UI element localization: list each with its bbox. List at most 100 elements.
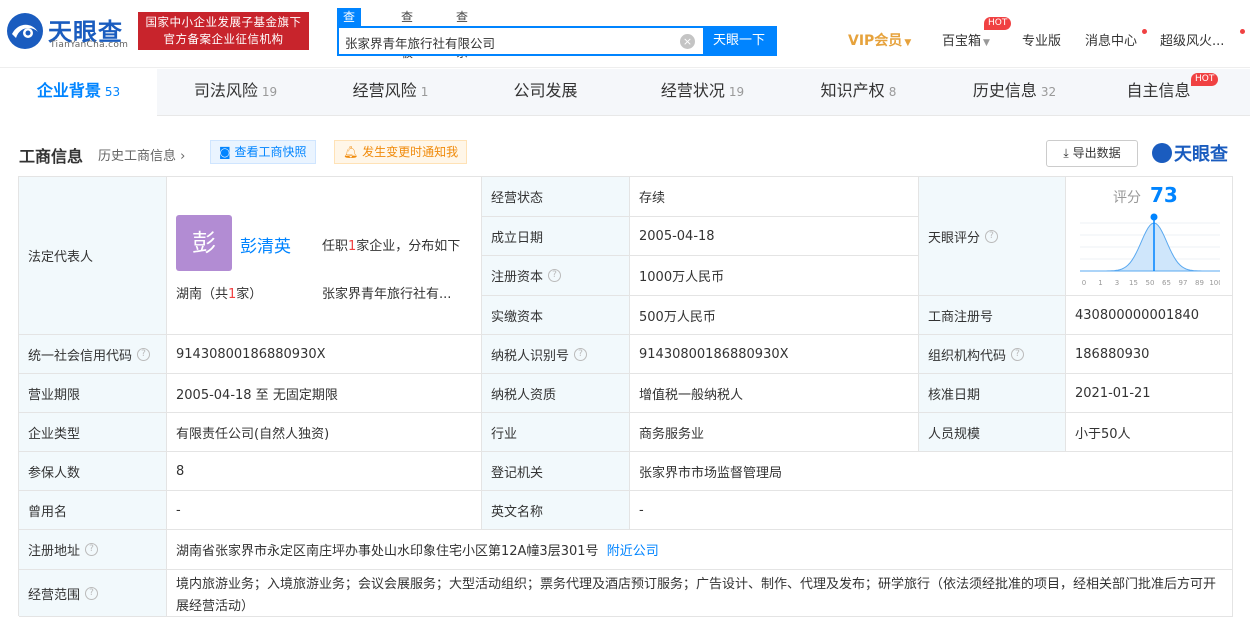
tab-label: 司法风险 <box>193 81 258 100</box>
reg-no-value: 430800000001840 <box>1066 296 1233 335</box>
tab-count: 1 <box>420 85 429 99</box>
reg-capital-value: 1000万人民币 <box>630 256 919 296</box>
tab-count: 8 <box>888 85 897 99</box>
bell-icon: 🔔︎ <box>343 145 359 159</box>
help-icon[interactable]: ? <box>85 586 99 600</box>
official-badge[interactable]: 国家中小企业发展子基金旗下 官方备案企业征信机构 <box>138 12 309 50</box>
export-button[interactable]: ⤓ 导出数据 <box>1046 140 1138 167</box>
vip-menu[interactable]: VIP会员 ▼ <box>848 30 911 50</box>
status-label: 经营状态 <box>482 177 630 217</box>
tab-count: 19 <box>728 85 745 99</box>
site-logo[interactable]: 天眼查 TianYanCha.com <box>6 10 131 52</box>
scope-label: 经营范围? <box>19 570 167 617</box>
tab-label: 企业背景 <box>36 81 101 100</box>
nearby-companies-link[interactable]: 附近公司 <box>607 540 659 559</box>
tab-business-risk[interactable]: 经营风险 1 <box>312 69 469 116</box>
section-title: 工商信息 <box>19 147 84 166</box>
chevron-right-icon: › <box>180 149 186 164</box>
term-label: 营业期限 <box>19 374 167 413</box>
tab-ip[interactable]: 知识产权 8 <box>780 69 937 116</box>
score-axis-tick: 65 <box>1162 279 1171 287</box>
founded-value: 2005-04-18 <box>630 217 919 256</box>
search-button[interactable]: 天眼一下 <box>703 28 775 54</box>
en-name-value: - <box>630 491 1233 530</box>
top-header: 天眼查 TianYanCha.com 国家中小企业发展子基金旗下 官方备案企业征… <box>0 0 1250 68</box>
score-axis-tick: 100 <box>1209 279 1220 287</box>
authority-label: 登记机关 <box>482 452 630 491</box>
approve-value: 2021-01-21 <box>1066 374 1233 413</box>
score-widget: 评分 73 0 1 3 15 50 65 97 89 100 <box>1066 177 1233 295</box>
search-tab-company[interactable]: 查公司 <box>337 8 362 60</box>
logo-domain: TianYanCha.com <box>50 40 129 50</box>
score-label: 天眼评分? <box>919 177 1066 296</box>
credit-code-value: 91430800186880930X <box>167 335 482 374</box>
treasure-label: 百宝箱 <box>942 34 982 49</box>
business-info-table: 法定代表人 彭 彭清英 任职1家企业，分布如下 湖南（共1家） 张家界青年旅行社… <box>18 176 1233 617</box>
help-icon[interactable]: ? <box>548 269 562 282</box>
user-menu[interactable]: 超级风火... <box>1160 30 1224 49</box>
tab-operation[interactable]: 经营状况 19 <box>624 69 781 116</box>
legal-rep-region: 湖南（共1家） <box>176 283 262 302</box>
score-axis-tick: 3 <box>1115 279 1119 287</box>
score-axis-tick: 89 <box>1195 279 1204 287</box>
search-tab-boss[interactable]: 查老板 <box>401 8 413 60</box>
staff-label: 人员规模 <box>919 413 1066 452</box>
clear-icon[interactable]: × <box>680 34 695 49</box>
message-dot <box>1142 29 1147 34</box>
tab-label: 公司发展 <box>513 81 578 100</box>
search-input[interactable] <box>345 32 675 52</box>
chevron-down-icon: ▼ <box>904 38 912 48</box>
brand-logo: 天眼查 <box>1152 140 1228 166</box>
badge-line-2: 官方备案企业征信机构 <box>163 32 284 46</box>
notify-button[interactable]: 🔔︎ 发生变更时通知我 <box>334 140 468 164</box>
badge-line-1: 国家中小企业发展子基金旗下 <box>145 15 302 29</box>
tab-development[interactable]: 公司发展 <box>469 69 626 116</box>
reg-no-label: 工商注册号 <box>919 296 1066 335</box>
snapshot-button[interactable]: ◙ 查看工商快照 <box>210 140 316 164</box>
tab-label: 历史信息 <box>972 81 1037 100</box>
org-code-label: 组织机构代码? <box>919 335 1066 374</box>
help-icon[interactable]: ? <box>574 347 588 361</box>
avatar[interactable]: 彭 <box>176 215 232 271</box>
help-icon[interactable]: ? <box>137 347 151 361</box>
score-caption: 评分 <box>1113 190 1141 206</box>
score-label-text: 天眼评分 <box>928 230 981 246</box>
tab-count: 32 <box>1040 85 1057 99</box>
tab-judicial-risk[interactable]: 司法风险 19 <box>157 69 314 116</box>
tab-label: 知识产权 <box>820 81 885 100</box>
legal-rep-positions: 任职1家企业，分布如下 <box>322 235 460 254</box>
former-name-label: 曾用名 <box>19 491 167 530</box>
insured-label: 参保人数 <box>19 452 167 491</box>
treasure-menu[interactable]: 百宝箱 ▼ <box>942 30 990 49</box>
messages-link[interactable]: 消息中心 <box>1085 30 1137 49</box>
tab-history[interactable]: 历史信息 32 <box>936 69 1093 116</box>
tab-label: 自主信息 <box>1126 81 1191 100</box>
help-icon[interactable]: ? <box>85 543 99 556</box>
term-value: 2005-04-18 至 无固定期限 <box>167 374 482 413</box>
search-box: × 天眼一下 <box>337 26 777 56</box>
help-icon[interactable]: ? <box>985 229 999 243</box>
pro-link[interactable]: 专业版 <box>1022 30 1061 49</box>
score-axis-tick: 97 <box>1179 279 1188 287</box>
legal-rep-company[interactable]: 张家界青年旅行社有... <box>322 283 451 302</box>
credit-code-label-text: 统一社会信用代码 <box>28 348 133 364</box>
help-icon[interactable]: ? <box>1011 347 1025 361</box>
address-label-text: 注册地址 <box>28 544 81 559</box>
tab-label: 经营风险 <box>352 81 417 100</box>
staff-value: 小于50人 <box>1066 413 1233 452</box>
reg-capital-label-text: 注册资本 <box>491 270 544 285</box>
tab-background[interactable]: 企业背景 53 <box>0 69 157 116</box>
former-name-value: - <box>167 491 482 530</box>
search-tab-relation[interactable]: 查关系 <box>456 8 468 60</box>
tab-count: 19 <box>261 85 278 99</box>
score-axis-tick: 1 <box>1098 279 1102 287</box>
history-link[interactable]: 历史工商信息 › <box>98 145 185 164</box>
org-code-label-text: 组织机构代码 <box>928 348 1007 364</box>
tab-count: 53 <box>104 85 121 99</box>
tab-label: 经营状况 <box>660 81 725 100</box>
taxpayer-id-label-text: 纳税人识别号 <box>491 348 570 364</box>
taxpayer-id-label: 纳税人识别号? <box>482 335 630 374</box>
hot-badge: HOT <box>1191 73 1219 86</box>
notify-label: 发生变更时通知我 <box>362 145 459 159</box>
legal-rep-name[interactable]: 彭清英 <box>240 232 291 257</box>
